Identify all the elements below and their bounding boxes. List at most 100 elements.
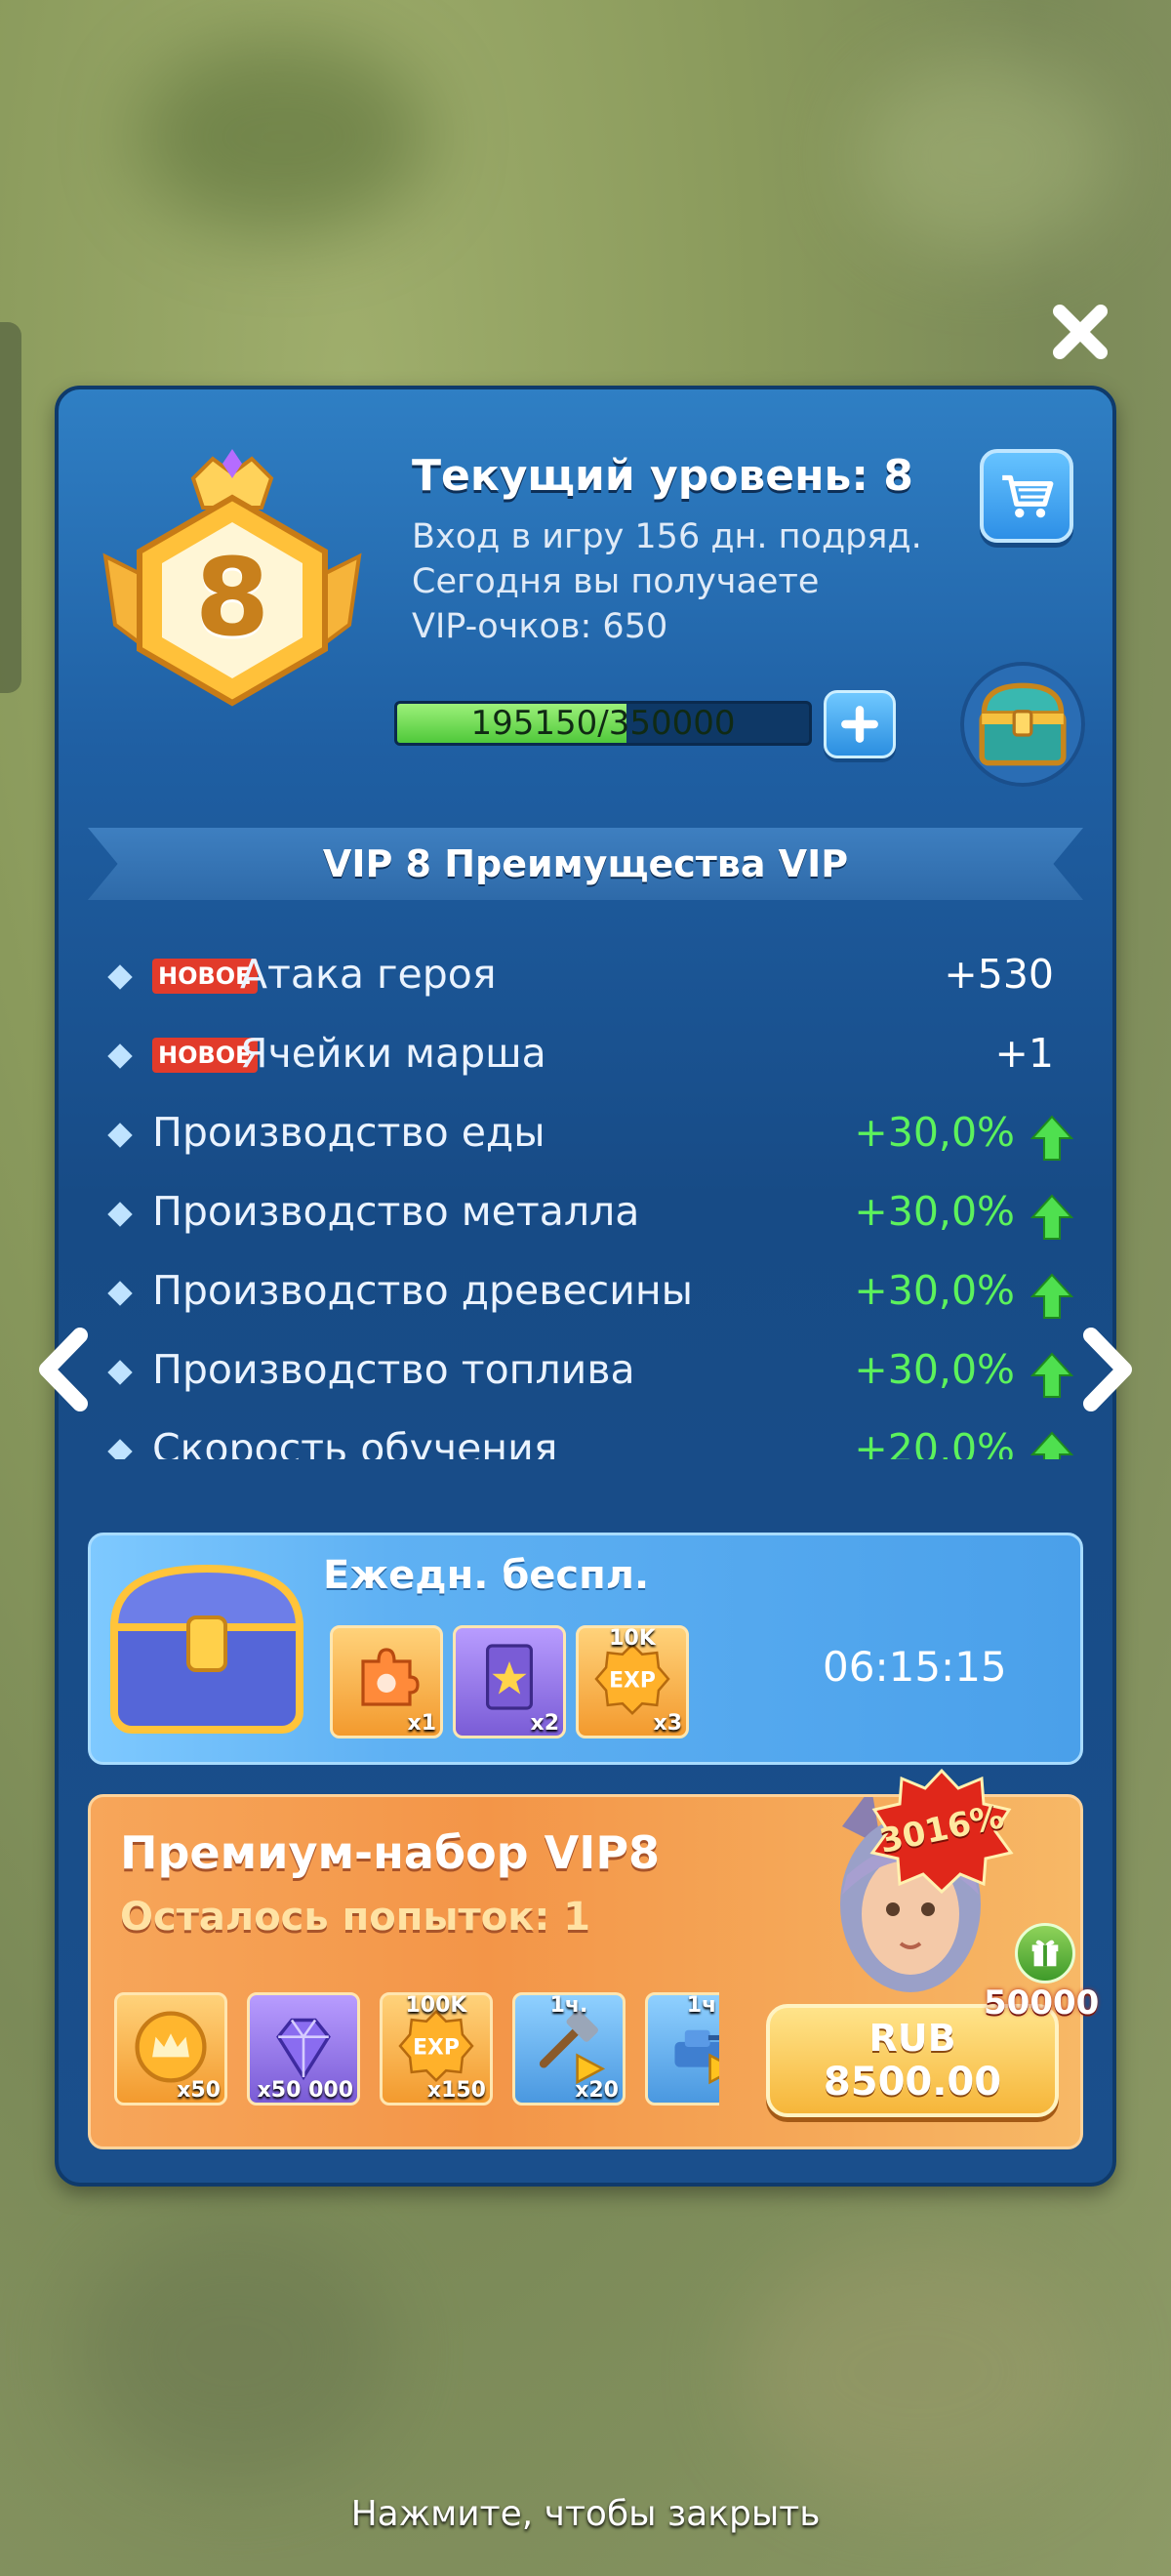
value-percent-badge: 3016% [868,1767,1015,1895]
price-currency: RUB [868,2017,956,2060]
benefit-label: Скорость обучения [152,1425,558,1459]
background-foliage [859,59,1112,254]
tap-to-close-hint[interactable]: Нажмите, чтобы закрыть [0,2494,1171,2534]
background-foliage [137,39,429,234]
arrow-up-icon [1030,1194,1073,1240]
benefit-label: Производство металла [152,1188,640,1235]
previous-level-button[interactable] [29,1326,98,1413]
shop-button[interactable] [980,449,1073,543]
reward-item-badge: 100K [405,1993,467,2018]
benefit-row: Производство топлива +30,0% [107,1342,1083,1411]
close-button[interactable] [1046,298,1114,366]
svg-text:EXP: EXP [413,2035,460,2060]
chevron-left-icon [39,1328,88,1411]
benefit-label: Производство древесины [152,1267,694,1314]
benefit-row: НОВОЕ Ячейки марша +1 [107,1026,1083,1094]
reward-item[interactable]: x1 [330,1625,443,1738]
premium-pack-title: Премиум-набор VIP8 [120,1826,661,1879]
vip-level-number: 8 [194,535,270,660]
benefit-row: Производство металла +30,0% [107,1184,1083,1252]
reward-item[interactable]: x2 [453,1625,566,1738]
star-card-icon [456,1638,563,1716]
bullet-diamond-icon [107,1043,133,1069]
benefit-value: +30,0% [854,1188,1015,1235]
vip-progress-bar: 195150/350000 [394,701,812,746]
bullet-diamond-icon [107,1439,133,1459]
arrow-up-icon [1030,1115,1073,1161]
benefit-value: +1 [994,1030,1054,1077]
daily-free-card[interactable]: Ежедн. беспл. x1 x2 EXP 10K x3 06:15:15 [88,1533,1083,1765]
bullet-diamond-icon [107,1202,133,1227]
side-handle[interactable] [0,322,21,693]
reward-item[interactable]: x50 [114,1992,227,2106]
vip-level-badge: 8 [86,439,379,732]
reward-item-quantity: x3 [653,1711,683,1736]
cart-icon [1002,474,1054,518]
benefit-value: +530 [944,951,1054,998]
reward-item-quantity: x50 [177,2078,221,2103]
chevron-right-icon [1083,1328,1132,1411]
close-icon [1053,305,1108,359]
puzzle-piece-icon [333,1638,440,1716]
reward-item-quantity: x150 [426,2078,486,2103]
benefit-row: Скорость обучения +20,0% [107,1421,1083,1459]
reward-item-badge: 1ч. [549,1993,588,2018]
login-streak-text: Вход в игру 156 дн. подряд. [412,517,922,556]
vip-chest-button[interactable] [960,662,1085,787]
plus-icon [841,706,878,743]
premium-reward-items[interactable]: x50 x50 000 EXP 100K x150 1ч. x20 1ч [114,1992,719,2119]
benefit-row: Производство еды +30,0% [107,1105,1083,1173]
attempts-remaining: Осталось попыток: 1 [120,1895,591,1940]
arrow-up-icon [1030,1273,1073,1319]
reward-item-badge: 1ч [686,1993,717,2018]
reward-item-quantity: x50 000 [257,2078,353,2103]
gift-bonus-badge [1015,1923,1075,1983]
benefit-value: +20,0% [854,1425,1015,1459]
benefit-value: +30,0% [854,1109,1015,1156]
purple-chest-icon [104,1549,309,1744]
bullet-diamond-icon [107,1281,133,1306]
bullet-diamond-icon [107,964,133,990]
reward-item-badge: 10K [609,1626,656,1651]
next-level-button[interactable] [1073,1326,1142,1413]
arrow-up-icon [1030,1352,1073,1398]
benefit-row: Производство древесины +30,0% [107,1263,1083,1331]
crown-coin-icon [117,2005,224,2089]
daily-free-title: Ежедн. беспл. [323,1553,650,1598]
current-level-title: Текущий уровень: 8 [412,451,913,501]
reward-item[interactable]: 1ч. x20 [512,1992,626,2106]
reward-item[interactable]: x50 000 [247,1992,360,2106]
reward-item-quantity: x20 [575,2078,619,2103]
benefit-label: Атака героя [240,951,497,998]
bullet-diamond-icon [107,1123,133,1148]
vip-progress-text: 195150/350000 [470,704,736,743]
treasure-chest-icon [979,682,1067,766]
benefit-label: Производство топлива [152,1346,635,1393]
vip-benefits-list[interactable]: НОВОЕ Атака героя +530 НОВОЕ Ячейки марша +1 П… [107,947,1083,1459]
bullet-diamond-icon [107,1360,133,1385]
reward-item[interactable]: EXP 10K x3 [576,1625,689,1738]
arrow-up-icon [1030,1431,1073,1459]
reward-item-quantity: x1 [407,1711,437,1736]
gift-icon [1031,1940,1059,1967]
vip-points-text: VIP-очков: 650 [412,607,668,646]
gem-icon [250,2005,357,2089]
add-vip-points-button[interactable] [824,690,896,758]
price-amount: 8500.00 [823,2060,1002,2105]
benefit-value: +30,0% [854,1346,1015,1393]
daily-timer: 06:15:15 [823,1643,1007,1691]
benefit-value: +30,0% [854,1267,1015,1314]
gift-bonus-amount: 50000 [984,1983,1100,2023]
svg-text:EXP: EXP [609,1668,656,1693]
reward-item[interactable]: EXP 100K x150 [380,1992,493,2106]
today-reward-text: Сегодня вы получаете [412,562,820,601]
vip-benefits-ribbon: VIP 8 Преимущества VIP [88,828,1083,900]
reward-item[interactable]: 1ч [645,1992,719,2106]
benefit-label: Ячейки марша [240,1030,546,1077]
reward-item-quantity: x2 [530,1711,560,1736]
background-foliage [78,2226,390,2479]
vip-benefits-title: VIP 8 Преимущества VIP [322,842,849,885]
benefit-row: НОВОЕ Атака героя +530 [107,947,1083,1015]
benefit-label: Производство еды [152,1109,545,1156]
background-foliage [742,2245,1093,2499]
